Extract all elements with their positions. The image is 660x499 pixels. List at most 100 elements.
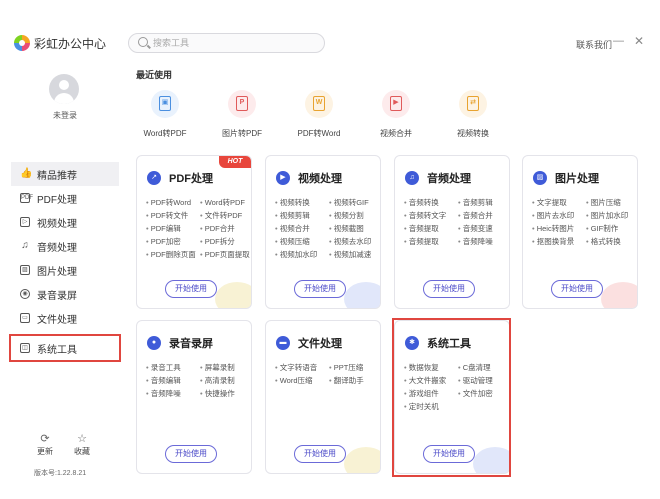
feature-item[interactable]: 音频转换	[404, 198, 458, 207]
close-button[interactable]: ✕	[634, 34, 644, 48]
login-status[interactable]: 未登录	[53, 110, 77, 121]
feature-list: 文字提取图片压缩图片去水印图片加水印Heic转图片GIF制作抠图换背景格式转换	[532, 198, 636, 246]
search-input[interactable]	[153, 36, 313, 50]
feature-item[interactable]: 抠图换背景	[532, 237, 586, 246]
feature-item[interactable]: 视频加水印	[275, 250, 329, 259]
app-logo-icon	[14, 35, 30, 51]
card-decoration	[215, 282, 251, 308]
sidebar-item-label: 精品推荐	[37, 170, 77, 182]
feature-item[interactable]: 音频提取	[404, 224, 458, 233]
avatar[interactable]	[49, 74, 79, 104]
favorite-button[interactable]: ☆ 收藏	[67, 432, 97, 457]
card-title: 文件处理	[298, 338, 342, 350]
start-button[interactable]: 开始使用	[551, 280, 603, 298]
sidebar-item-pdf[interactable]: PDF PDF处理	[11, 186, 119, 210]
sidebar-item-image[interactable]: ▨ 图片处理	[11, 258, 119, 282]
feature-item[interactable]: 格式转换	[586, 237, 636, 246]
feature-item[interactable]: 视频压缩	[275, 237, 329, 246]
app-title: 彩虹办公中心	[34, 37, 107, 51]
feature-item[interactable]: PDF转Word	[146, 198, 200, 207]
sidebar-item-system[interactable]: ◫ 系统工具	[9, 334, 121, 362]
recent-item[interactable]: ⇄ 视频转换	[438, 90, 508, 139]
feature-item[interactable]: 视频分割	[329, 211, 379, 220]
feature-item[interactable]: 视频剪辑	[275, 211, 329, 220]
start-button[interactable]: 开始使用	[423, 280, 475, 298]
sidebar-item-record[interactable]: ◉ 录音录屏	[11, 282, 119, 306]
feature-item[interactable]: 图片压缩	[586, 198, 636, 207]
feature-item[interactable]: 音频变速	[458, 224, 508, 233]
title-bar: 彩虹办公中心 联系我们 — ✕	[0, 0, 660, 56]
tool-card-video: ▶ 视频处理视频转换视频转GIF视频剪辑视频分割视频合并视频截图视频压缩视频去水印…	[265, 155, 381, 309]
feature-item[interactable]: PDF合并	[200, 224, 250, 233]
feature-item[interactable]: 图片加水印	[586, 211, 636, 220]
feature-item[interactable]: 音频剪辑	[458, 198, 508, 207]
image-icon: ▨	[20, 265, 30, 275]
folder-icon: ▬	[276, 336, 290, 350]
recent-item[interactable]: W PDF转Word	[284, 90, 354, 139]
video-convert-icon: ⇄	[459, 90, 487, 118]
feature-list: 录音工具屏幕录制音频编辑高清录制音频降噪快捷操作	[146, 363, 250, 398]
feature-item[interactable]: 文件转PDF	[200, 211, 250, 220]
feature-item[interactable]: 高清录制	[200, 376, 250, 385]
pdf-icon: PDF	[20, 193, 33, 203]
sidebar-item-folder[interactable]: ▭ 文件处理	[11, 306, 119, 330]
feature-item[interactable]: PPT压缩	[329, 363, 379, 372]
feature-item[interactable]: 音频转文字	[404, 211, 458, 220]
feature-item[interactable]: 录音工具	[146, 363, 200, 372]
feature-item[interactable]: Heic转图片	[532, 224, 586, 233]
start-button[interactable]: 开始使用	[165, 445, 217, 463]
card-decoration	[344, 282, 380, 308]
pdf-icon: ↗	[147, 171, 161, 185]
feature-item[interactable]: PDF编辑	[146, 224, 200, 233]
feature-item[interactable]: Word压缩	[275, 376, 329, 385]
music-icon: ♫	[21, 240, 29, 251]
feature-item[interactable]: 文字转语音	[275, 363, 329, 372]
recent-item[interactable]: P 图片转PDF	[207, 90, 277, 139]
feature-item[interactable]: 图片去水印	[532, 211, 586, 220]
feature-item[interactable]: 文字提取	[532, 198, 586, 207]
minimize-button[interactable]: —	[613, 35, 624, 47]
feature-item[interactable]: 视频截图	[329, 224, 379, 233]
sidebar-item-thumbs-up[interactable]: 👍 精品推荐	[11, 162, 119, 186]
update-button[interactable]: ⟳ 更新	[30, 432, 60, 457]
feature-item[interactable]: 翻译助手	[329, 376, 379, 385]
recent-item[interactable]: ▣ Word转PDF	[130, 90, 200, 139]
contact-us-link[interactable]: 联系我们	[576, 38, 612, 51]
feature-item[interactable]: 音频降噪	[458, 237, 508, 246]
feature-item[interactable]: PDF拆分	[200, 237, 250, 246]
feature-item[interactable]: 视频转换	[275, 198, 329, 207]
feature-item[interactable]: 音频编辑	[146, 376, 200, 385]
highlight-box	[392, 318, 511, 477]
feature-item[interactable]: Word转PDF	[200, 198, 250, 207]
feature-item[interactable]: 音频合并	[458, 211, 508, 220]
card-header: ▨ 图片处理	[533, 170, 599, 186]
start-button[interactable]: 开始使用	[294, 280, 346, 298]
feature-item[interactable]: 屏幕录制	[200, 363, 250, 372]
sidebar-item-music[interactable]: ♫ 音频处理	[11, 234, 119, 258]
feature-item[interactable]: PDF页面提取	[200, 250, 250, 259]
feature-item[interactable]: 视频合并	[275, 224, 329, 233]
feature-item[interactable]: 快捷操作	[200, 389, 250, 398]
feature-item[interactable]: 视频去水印	[329, 237, 379, 246]
feature-item[interactable]: 音频提取	[404, 237, 458, 246]
update-icon: ⟳	[40, 433, 50, 445]
feature-item[interactable]: PDF转文件	[146, 211, 200, 220]
feature-item[interactable]: PDF加密	[146, 237, 200, 246]
sidebar-item-label: 视频处理	[37, 218, 77, 230]
feature-item[interactable]: PDF删除页面	[146, 250, 200, 259]
start-button[interactable]: 开始使用	[165, 280, 217, 298]
sidebar-item-label: 文件处理	[37, 314, 77, 326]
card-title: 录音录屏	[169, 338, 213, 350]
recent-item-label: 图片转PDF	[222, 129, 262, 138]
feature-item[interactable]: GIF制作	[586, 224, 636, 233]
recent-item[interactable]: ▶ 视频合并	[361, 90, 431, 139]
feature-item[interactable]: 音频降噪	[146, 389, 200, 398]
tool-card-music: ♫ 音频处理音频转换音频剪辑音频转文字音频合并音频提取音频变速音频提取音频降噪开始…	[394, 155, 510, 309]
hot-badge: HOT	[219, 156, 251, 168]
tool-card-image: ▨ 图片处理文字提取图片压缩图片去水印图片加水印Heic转图片GIF制作抠图换背景…	[522, 155, 638, 309]
start-button[interactable]: 开始使用	[294, 445, 346, 463]
feature-item[interactable]: 视频转GIF	[329, 198, 379, 207]
search-box[interactable]	[128, 33, 325, 53]
sidebar-item-video[interactable]: ▷ 视频处理	[11, 210, 119, 234]
feature-item[interactable]: 视频加减速	[329, 250, 379, 259]
